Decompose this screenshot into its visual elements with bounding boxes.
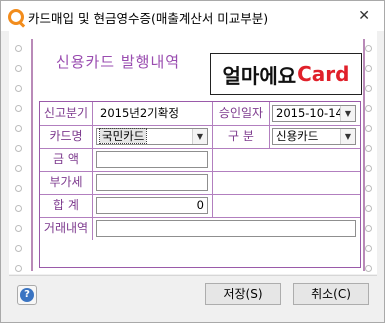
- window-title: 카드매입 및 현금영수증(매출계산서 미교부분): [28, 11, 269, 26]
- close-icon[interactable]: ✕: [358, 8, 370, 24]
- amount-input[interactable]: [96, 151, 208, 168]
- type-value: 신용카드: [276, 129, 319, 143]
- approval-date-picker[interactable]: 2015-10-14 ▼: [272, 105, 356, 122]
- transaction-input[interactable]: [96, 220, 356, 237]
- right-perforation: [365, 45, 372, 285]
- save-button[interactable]: 저장(S): [205, 283, 281, 305]
- amount-label: 금 액: [53, 152, 79, 166]
- brand-logo: 얼마에요 Card: [210, 53, 362, 95]
- content-area: 신용카드 발행내역 얼마에요Card 신고분기 2015년2기확정 승인일자: [9, 31, 377, 274]
- help-button[interactable]: ?: [17, 285, 37, 305]
- footer-divider: [9, 275, 377, 276]
- total-label: 합 계: [53, 198, 79, 212]
- type-select[interactable]: 신용카드 ▼: [272, 128, 356, 145]
- cancel-button[interactable]: 취소(C): [293, 283, 369, 305]
- form-row-card: 카드명 국민카드 ▼ 구 분 신용카드 ▼: [40, 125, 360, 149]
- type-label: 구 분: [228, 129, 254, 143]
- form-row-transaction: 거래내역: [40, 217, 360, 240]
- transaction-label: 거래내역: [43, 221, 89, 235]
- total-input[interactable]: 0: [96, 197, 208, 214]
- brand-logo-card: Card: [297, 62, 350, 86]
- help-icon: ?: [20, 288, 34, 302]
- vat-input[interactable]: [96, 174, 208, 191]
- receipt-title: 신용카드 발행내역: [55, 53, 181, 71]
- receipt-form-grid: 신고분기 2015년2기확정 승인일자 2015-10-14 ▼ 카드명 국민카…: [39, 101, 361, 268]
- vat-label: 부가세: [49, 175, 83, 189]
- left-perforation: [15, 45, 22, 285]
- chevron-down-icon[interactable]: ▼: [340, 129, 355, 144]
- card-name-value: 국민카드: [98, 128, 148, 144]
- receipt-ticket: 신용카드 발행내역 얼마에요Card 신고분기 2015년2기확정 승인일자: [11, 33, 375, 272]
- title-bar: 카드매입 및 현금영수증(매출계산서 미교부분) ✕: [1, 1, 384, 31]
- form-row-vat: 부가세: [40, 171, 360, 195]
- chevron-down-icon[interactable]: ▼: [340, 106, 355, 121]
- card-name-select[interactable]: 국민카드 ▼: [96, 128, 208, 145]
- card-name-label: 카드명: [49, 129, 83, 143]
- approval-date-value: 2015-10-14: [276, 106, 343, 120]
- search-icon: [8, 9, 24, 25]
- approval-date-label: 승인일자: [218, 106, 264, 120]
- report-period-value: 2015년2기확정: [100, 106, 179, 120]
- brand-logo-text: 얼마에요: [222, 63, 297, 88]
- form-row-period: 신고분기 2015년2기확정 승인일자 2015-10-14 ▼: [40, 102, 360, 126]
- chevron-down-icon[interactable]: ▼: [192, 129, 207, 144]
- dialog-window: 카드매입 및 현금영수증(매출계산서 미교부분) ✕ 신용카드 발행내역 얼마에…: [0, 0, 385, 323]
- report-period-label: 신고분기: [43, 106, 89, 120]
- form-row-amount: 금 액: [40, 148, 360, 172]
- receipt-panel: 신용카드 발행내역 얼마에요Card 신고분기 2015년2기확정 승인일자: [31, 39, 365, 271]
- form-row-total: 합 계 0: [40, 194, 360, 218]
